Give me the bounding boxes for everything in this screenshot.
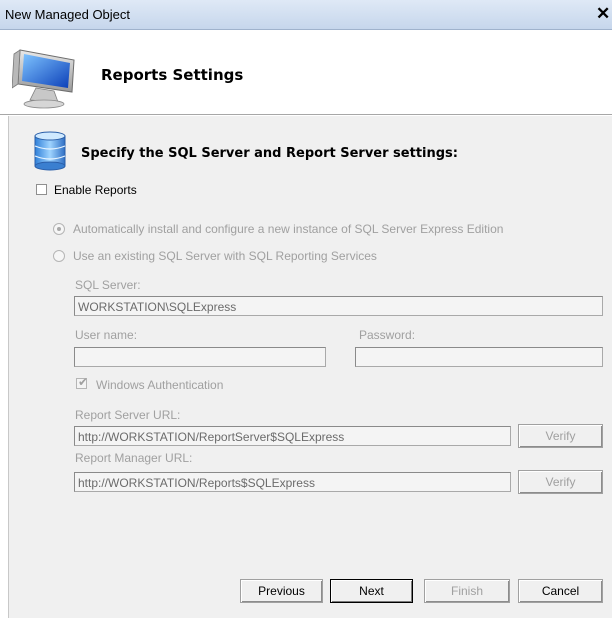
radio-selected-dot [57,227,61,231]
cancel-button[interactable]: Cancel [518,579,603,603]
database-icon [34,131,66,171]
report-server-url-label: Report Server URL: [75,408,181,422]
user-name-label: User name: [75,328,138,342]
close-icon[interactable]: ✕ [596,4,610,24]
wizard-header [0,30,612,114]
verify-report-server-button[interactable]: Verify [518,424,603,448]
previous-button[interactable]: Previous [240,579,323,603]
windows-auth-checkbox[interactable]: ✔ [76,375,89,389]
password-label: Password: [359,328,416,342]
sql-server-input[interactable]: WORKSTATION\SQLExpress [74,296,603,316]
next-button[interactable]: Next [330,579,413,603]
use-existing-label: Use an existing SQL Server with SQL Repo… [73,249,377,263]
report-manager-url-input[interactable]: http://WORKSTATION/Reports$SQLExpress [74,472,511,492]
window-title: New Managed Object [5,7,131,22]
computer-monitor-icon [12,49,75,109]
use-existing-radio[interactable] [53,250,65,262]
auto-install-radio[interactable] [53,223,65,235]
enable-reports-checkbox[interactable] [36,184,47,195]
verify-report-manager-button[interactable]: Verify [518,470,603,494]
windows-auth-label: Windows Authentication [96,378,224,392]
finish-button[interactable]: Finish [424,579,510,603]
auto-install-label: Automatically install and configure a ne… [73,222,504,236]
report-server-url-input[interactable]: http://WORKSTATION/ReportServer$SQLExpre… [74,426,511,446]
checkmark-icon: ✔ [78,375,89,389]
password-input[interactable] [355,347,603,367]
sql-server-label: SQL Server: [75,278,141,292]
page-title: Reports Settings [101,66,244,84]
user-name-input[interactable] [74,347,326,367]
enable-reports-label: Enable Reports [54,183,137,197]
report-manager-url-label: Report Manager URL: [75,451,193,465]
section-heading: Specify the SQL Server and Report Server… [81,146,458,161]
